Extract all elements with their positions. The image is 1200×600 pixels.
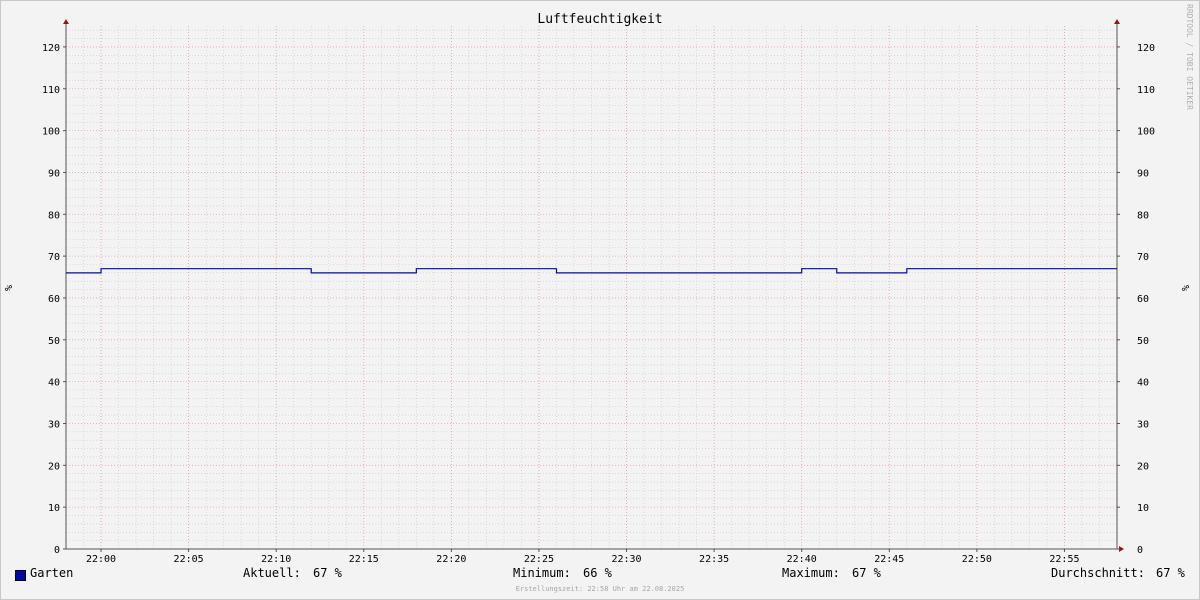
x-tick-label: 22:55: [1049, 554, 1079, 565]
y-axis-left-arrow: [63, 19, 69, 24]
x-tick-label: 22:50: [962, 554, 992, 565]
y-tick-label-right: 120: [1137, 43, 1155, 54]
y-tick-label-right: 80: [1137, 210, 1149, 221]
legend-avg-label: Durchschnitt:: [1051, 566, 1145, 580]
y-tick-label-right: 10: [1137, 503, 1149, 514]
legend-max-label: Maximum:: [782, 566, 840, 580]
x-tick-label: 22:20: [436, 554, 466, 565]
y-tick-label-right: 60: [1137, 294, 1149, 305]
legend-series-name: Garten: [30, 566, 74, 580]
x-tick-label: 22:35: [699, 554, 729, 565]
y-tick-label-left: 70: [48, 252, 60, 263]
y-tick-label-left: 50: [48, 336, 60, 347]
x-tick-label: 22:40: [787, 554, 817, 565]
y-axis-right-arrow: [1114, 19, 1120, 24]
x-tick-label: 22:45: [874, 554, 904, 565]
y-tick-label-right: 70: [1137, 252, 1149, 263]
y-axis-label-right: %: [1179, 285, 1190, 291]
y-tick-label-right: 90: [1137, 168, 1149, 179]
creation-time-footer: Erstellungszeit: 22:58 Uhr am 22.08.2025: [515, 585, 685, 593]
x-tick-label: 22:25: [524, 554, 554, 565]
y-tick-label-left: 80: [48, 210, 60, 221]
x-ticks: 22:00 22:05 22:10 22:15 22:20 22:25 22:30 22:35…: [86, 549, 1080, 565]
y-tick-label-left: 40: [48, 378, 60, 389]
y-tick-label-right: 50: [1137, 336, 1149, 347]
y-axis-label-left: %: [4, 285, 15, 291]
x-tick-label: 22:15: [349, 554, 379, 565]
y-tick-label-right: 100: [1137, 127, 1155, 138]
y-tick-label-left: 90: [48, 168, 60, 179]
x-tick-label: 22:30: [611, 554, 641, 565]
x-tick-label: 22:10: [261, 554, 291, 565]
y-tick-label-left: 110: [42, 85, 60, 96]
y-tick-label-right: 20: [1137, 461, 1149, 472]
legend-current-label: Aktuell:: [243, 566, 301, 580]
x-tick-label: 22:05: [174, 554, 204, 565]
y-tick-label-left: 0: [54, 545, 60, 556]
y-tick-label-right: 0: [1137, 545, 1143, 556]
chart-title: Luftfeuchtigkeit: [537, 12, 662, 27]
y-tick-label-left: 30: [48, 419, 60, 430]
y-tick-label-right: 40: [1137, 378, 1149, 389]
y-tick-label-right: 30: [1137, 419, 1149, 430]
legend-current-value: 67 %: [313, 566, 342, 580]
legend-min-value: 66 %: [583, 566, 612, 580]
legend-max-value: 67 %: [852, 566, 881, 580]
humidity-chart: 0 10 20 30 40 50 60 70 80 90 100 110 120 0 10 20 30 40 50…: [4, 12, 1190, 565]
rrdtool-watermark: RRDTOOL / TOBI OETIKER: [1185, 4, 1194, 110]
x-tick-label: 22:00: [86, 554, 116, 565]
legend-avg-value: 67 %: [1156, 566, 1185, 580]
legend: Garten Aktuell: 67 % Minimum: 66 % Maxim…: [0, 566, 1200, 584]
y-ticks-right: 0 10 20 30 40 50 60 70 80 90 100 110 120: [1117, 43, 1155, 556]
y-ticks-left: 0 10 20 30 40 50 60 70 80 90 100 110 120: [42, 43, 66, 556]
legend-min-label: Minimum:: [513, 566, 571, 580]
axes: [63, 19, 1124, 552]
y-tick-label-left: 20: [48, 461, 60, 472]
y-tick-label-left: 120: [42, 43, 60, 54]
minor-grid: [66, 26, 1117, 549]
y-tick-label-left: 60: [48, 294, 60, 305]
y-tick-label-left: 10: [48, 503, 60, 514]
y-tick-label-left: 100: [42, 127, 60, 138]
y-tick-label-right: 110: [1137, 85, 1155, 96]
